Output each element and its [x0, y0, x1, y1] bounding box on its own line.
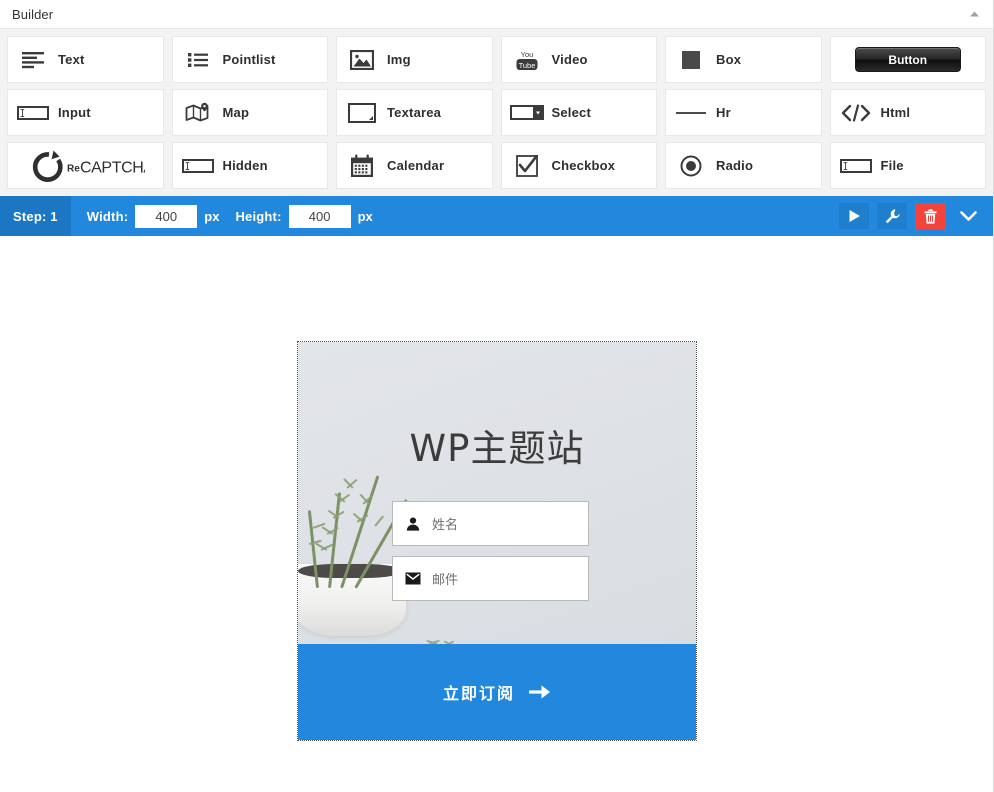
text-input-icon — [8, 106, 58, 120]
tool-button[interactable]: Button — [830, 36, 987, 83]
email-field-placeholder: 邮件 — [432, 569, 458, 588]
palette-row: Re CAPTCHA Hidden — [3, 139, 990, 192]
tool-img[interactable]: Img — [336, 36, 493, 83]
code-brackets-icon — [831, 104, 881, 122]
radio-selected-icon — [666, 155, 716, 177]
map-pin-icon — [173, 102, 223, 124]
textarea-icon — [337, 103, 387, 123]
tool-map[interactable]: Map — [172, 89, 329, 136]
window-titlebar: Builder — [0, 0, 993, 29]
step-indicator: Step: 1 — [0, 196, 71, 236]
height-control: Height: px — [235, 205, 372, 228]
name-field-placeholder: 姓名 — [432, 514, 458, 533]
tool-pointlist[interactable]: Pointlist — [172, 36, 329, 83]
tool-label: Video — [552, 52, 588, 67]
arrow-right-icon — [529, 684, 551, 700]
palette-row: Text Pointlist — [3, 33, 990, 86]
envelope-icon — [393, 572, 432, 585]
select-dropdown-icon — [502, 105, 552, 120]
tool-select[interactable]: Select — [501, 89, 658, 136]
svg-text:Re: Re — [67, 163, 80, 174]
tool-label: Select — [552, 105, 592, 120]
tool-file[interactable]: File — [830, 142, 987, 189]
subscribe-label: 立即订阅 — [443, 680, 515, 704]
height-unit: px — [358, 209, 373, 224]
horizontal-rule-icon — [666, 109, 716, 117]
text-input-icon — [831, 159, 881, 173]
image-icon — [337, 50, 387, 70]
palette-row: Input Map Textarea — [3, 86, 990, 139]
tool-recaptcha[interactable]: Re CAPTCHA — [7, 142, 164, 189]
svg-text:You: You — [520, 50, 533, 59]
preview-button[interactable] — [839, 203, 869, 229]
tool-hidden[interactable]: Hidden — [172, 142, 329, 189]
bullet-list-icon — [173, 52, 223, 68]
builder-canvas[interactable]: WP主题站 姓名 邮件 — [0, 236, 993, 788]
delete-button[interactable] — [915, 203, 945, 229]
play-icon — [848, 209, 861, 223]
user-icon — [393, 517, 432, 531]
width-input[interactable] — [135, 205, 197, 228]
widget-photo-background: WP主题站 姓名 邮件 — [298, 342, 696, 644]
settings-button[interactable] — [877, 203, 907, 229]
svg-text:Tube: Tube — [518, 60, 535, 69]
tool-checkbox[interactable]: Checkbox — [501, 142, 658, 189]
height-input[interactable] — [289, 205, 351, 228]
tool-label: Box — [716, 52, 741, 67]
plant-sprig-decoration — [418, 620, 478, 644]
tool-label: Map — [223, 105, 250, 120]
tool-textarea[interactable]: Textarea — [336, 89, 493, 136]
tool-hr[interactable]: Hr — [665, 89, 822, 136]
subscribe-button[interactable]: 立即订阅 — [298, 644, 696, 740]
tool-label: Pointlist — [223, 52, 276, 67]
trash-icon — [924, 209, 937, 224]
tool-box[interactable]: Box — [665, 36, 822, 83]
calendar-icon — [337, 154, 387, 178]
toolbar-actions — [839, 203, 993, 229]
tool-label: Html — [881, 105, 911, 120]
svg-text:CAPTCHA: CAPTCHA — [80, 159, 145, 176]
chevron-down-icon — [960, 211, 977, 222]
window-title: Builder — [12, 7, 965, 22]
filled-square-icon — [666, 50, 716, 70]
text-input-icon — [173, 159, 223, 173]
name-field[interactable]: 姓名 — [392, 501, 589, 546]
email-field[interactable]: 邮件 — [392, 556, 589, 601]
tool-label: Radio — [716, 158, 753, 173]
tool-label: Hidden — [223, 158, 268, 173]
text-lines-icon — [8, 51, 58, 69]
tool-label: Text — [58, 52, 85, 67]
tool-label: File — [881, 158, 904, 173]
width-label: Width: — [87, 209, 129, 224]
expand-button[interactable] — [953, 203, 983, 229]
tool-calendar[interactable]: Calendar — [336, 142, 493, 189]
tool-label: Img — [387, 52, 411, 67]
element-palette: Text Pointlist — [0, 29, 993, 196]
button-pill-icon: Button — [855, 47, 961, 72]
tool-label: Input — [58, 105, 91, 120]
width-unit: px — [204, 209, 219, 224]
tool-label: Hr — [716, 105, 731, 120]
form-widget[interactable]: WP主题站 姓名 邮件 — [297, 341, 697, 741]
widget-heading: WP主题站 — [298, 418, 696, 472]
step-toolbar: Step: 1 Width: px Height: px — [0, 196, 993, 236]
tool-label: Textarea — [387, 105, 441, 120]
height-label: Height: — [235, 209, 281, 224]
tool-radio[interactable]: Radio — [665, 142, 822, 189]
width-control: Width: px — [87, 205, 220, 228]
tool-label: Button — [888, 53, 927, 67]
recaptcha-icon: Re CAPTCHA — [25, 148, 145, 184]
tool-text[interactable]: Text — [7, 36, 164, 83]
youtube-icon: You Tube — [502, 48, 552, 72]
tool-html[interactable]: Html — [830, 89, 987, 136]
checkbox-checked-icon — [502, 155, 552, 177]
tool-label: Calendar — [387, 158, 444, 173]
wrench-icon — [885, 209, 900, 224]
tool-label: Checkbox — [552, 158, 616, 173]
tool-video[interactable]: You Tube Video — [501, 36, 658, 83]
tool-input[interactable]: Input — [7, 89, 164, 136]
caret-up-icon[interactable] — [965, 5, 983, 23]
